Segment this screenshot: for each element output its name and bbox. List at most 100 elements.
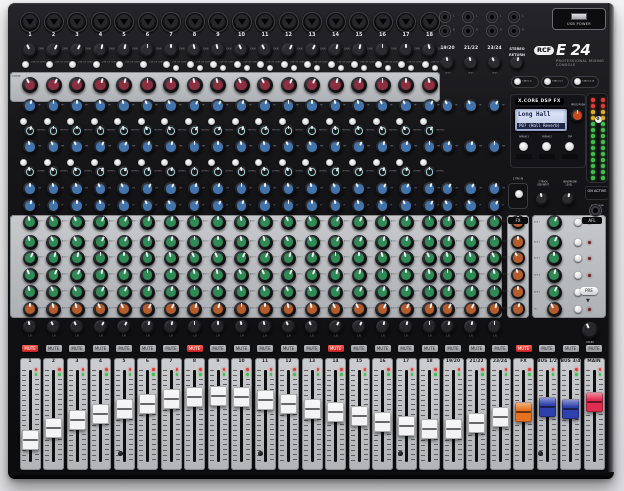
eq-hm-bell-button[interactable] [208, 118, 215, 125]
aux-send-knob[interactable] [328, 235, 343, 250]
low-cut-button[interactable] [328, 61, 335, 68]
low-cut-button[interactable] [281, 61, 288, 68]
eq-hm-bell-button[interactable] [138, 118, 145, 125]
eq-hm-freq-knob[interactable] [259, 125, 271, 137]
low-cut-button[interactable] [257, 61, 264, 68]
aux-send-knob[interactable] [93, 215, 108, 230]
aux-send-knob[interactable] [93, 235, 108, 250]
eq-hf-knob[interactable] [305, 99, 319, 113]
stereo-eq-knob[interactable] [441, 182, 455, 196]
aux-send-knob[interactable] [93, 302, 108, 317]
eq-lf-knob[interactable] [23, 199, 37, 213]
eq-hm-bell-button[interactable] [20, 118, 27, 125]
eq-lm-gain-knob[interactable] [423, 182, 437, 196]
mute-button[interactable]: MUTE [539, 345, 555, 352]
eq-lm-freq-knob[interactable] [400, 166, 412, 178]
eq-lf-knob[interactable] [235, 199, 249, 213]
aux-send-knob[interactable] [352, 302, 367, 317]
eq-lm-bell-button[interactable] [326, 159, 333, 166]
eq-hf-knob[interactable] [94, 99, 108, 113]
eq-hm-freq-knob[interactable] [236, 125, 248, 137]
aux-send-knob[interactable] [352, 215, 367, 230]
eq-lf-knob[interactable] [211, 199, 225, 213]
eq-hm-gain-knob[interactable] [188, 140, 202, 154]
fx-send-master-knob[interactable] [511, 251, 525, 265]
aux-send-knob[interactable] [211, 302, 226, 317]
aux-send-knob[interactable] [187, 251, 202, 266]
eq-hm-gain-knob[interactable] [117, 140, 131, 154]
eq-hm-gain-knob[interactable] [399, 140, 413, 154]
eq-hf-knob[interactable] [282, 99, 296, 113]
eq-hf-knob[interactable] [235, 99, 249, 113]
pan-knob[interactable] [188, 320, 202, 334]
pan-knob[interactable] [399, 320, 413, 334]
comp-knob[interactable] [351, 77, 367, 93]
comp-knob[interactable] [163, 77, 179, 93]
aux-send-knob[interactable] [234, 215, 249, 230]
eq-lf-knob[interactable] [282, 199, 296, 213]
eq-hm-gain-knob[interactable] [258, 140, 272, 154]
aux-send-knob[interactable] [234, 251, 249, 266]
pad-button[interactable] [244, 65, 250, 71]
mute-button[interactable]: MUTE [93, 345, 109, 352]
eq-lm-bell-button[interactable] [114, 159, 121, 166]
stereo-balance-knob[interactable] [488, 320, 502, 334]
fader-handle[interactable] [492, 407, 509, 427]
mute-button[interactable]: MUTE [328, 345, 344, 352]
pad-button[interactable] [173, 65, 179, 71]
aux-send-knob[interactable] [117, 215, 132, 230]
fader-handle[interactable] [398, 416, 415, 436]
eq-lm-freq-knob[interactable] [48, 166, 60, 178]
aux-send-knob[interactable] [375, 215, 390, 230]
stereo-level-knob[interactable] [488, 56, 502, 70]
gain-knob[interactable] [281, 43, 296, 58]
pad-button[interactable] [432, 65, 438, 71]
stereo-aux-send-knob[interactable] [464, 285, 479, 300]
mute-button[interactable]: MUTE [563, 345, 579, 352]
fader-handle[interactable] [304, 399, 321, 419]
low-cut-button[interactable] [22, 61, 29, 68]
comp-knob[interactable] [22, 77, 38, 93]
fader-handle[interactable] [163, 389, 180, 409]
eq-lm-gain-knob[interactable] [329, 182, 343, 196]
afl-button[interactable] [574, 271, 582, 279]
eq-lm-gain-knob[interactable] [235, 182, 249, 196]
aux-send-knob[interactable] [422, 268, 437, 283]
eq-lm-freq-knob[interactable] [306, 166, 318, 178]
comp-knob[interactable] [257, 77, 273, 93]
eq-lm-gain-knob[interactable] [117, 182, 131, 196]
eq-hf-knob[interactable] [258, 99, 272, 113]
fader-handle[interactable] [139, 394, 156, 414]
stereo-return-knob[interactable] [510, 56, 524, 70]
eq-hm-gain-knob[interactable] [305, 140, 319, 154]
aux-send-knob[interactable] [211, 285, 226, 300]
fader-handle[interactable] [186, 387, 203, 407]
pad-button[interactable] [197, 65, 203, 71]
eq-lm-gain-knob[interactable] [211, 182, 225, 196]
eq-hf-knob[interactable] [117, 99, 131, 113]
fader-handle[interactable] [280, 394, 297, 414]
aux-send-knob[interactable] [328, 251, 343, 266]
stereo-aux-send-knob[interactable] [440, 235, 455, 250]
eq-lf-knob[interactable] [188, 199, 202, 213]
aux-send-knob[interactable] [164, 215, 179, 230]
aux-send-knob[interactable] [23, 285, 38, 300]
aux-send-knob[interactable] [305, 268, 320, 283]
aux-send-knob[interactable] [187, 215, 202, 230]
stereo-aux-send-knob[interactable] [487, 268, 502, 283]
eq-hm-gain-knob[interactable] [141, 140, 155, 154]
eq-lf-knob[interactable] [423, 199, 437, 213]
aux-send-knob[interactable] [399, 251, 414, 266]
aux-send-knob[interactable] [93, 285, 108, 300]
low-cut-button[interactable] [163, 61, 170, 68]
aux-send-knob[interactable] [375, 235, 390, 250]
aux-send-knob[interactable] [258, 268, 273, 283]
stereo-eq-knob[interactable] [441, 99, 455, 113]
mute-button[interactable]: MUTE [281, 345, 297, 352]
headphone-level-knob[interactable] [562, 193, 575, 206]
aux-send-knob[interactable] [46, 215, 61, 230]
fader-handle[interactable] [92, 404, 109, 424]
aux-send-knob[interactable] [281, 285, 296, 300]
stereo-aux-send-knob[interactable] [487, 235, 502, 250]
eq-hf-knob[interactable] [23, 99, 37, 113]
